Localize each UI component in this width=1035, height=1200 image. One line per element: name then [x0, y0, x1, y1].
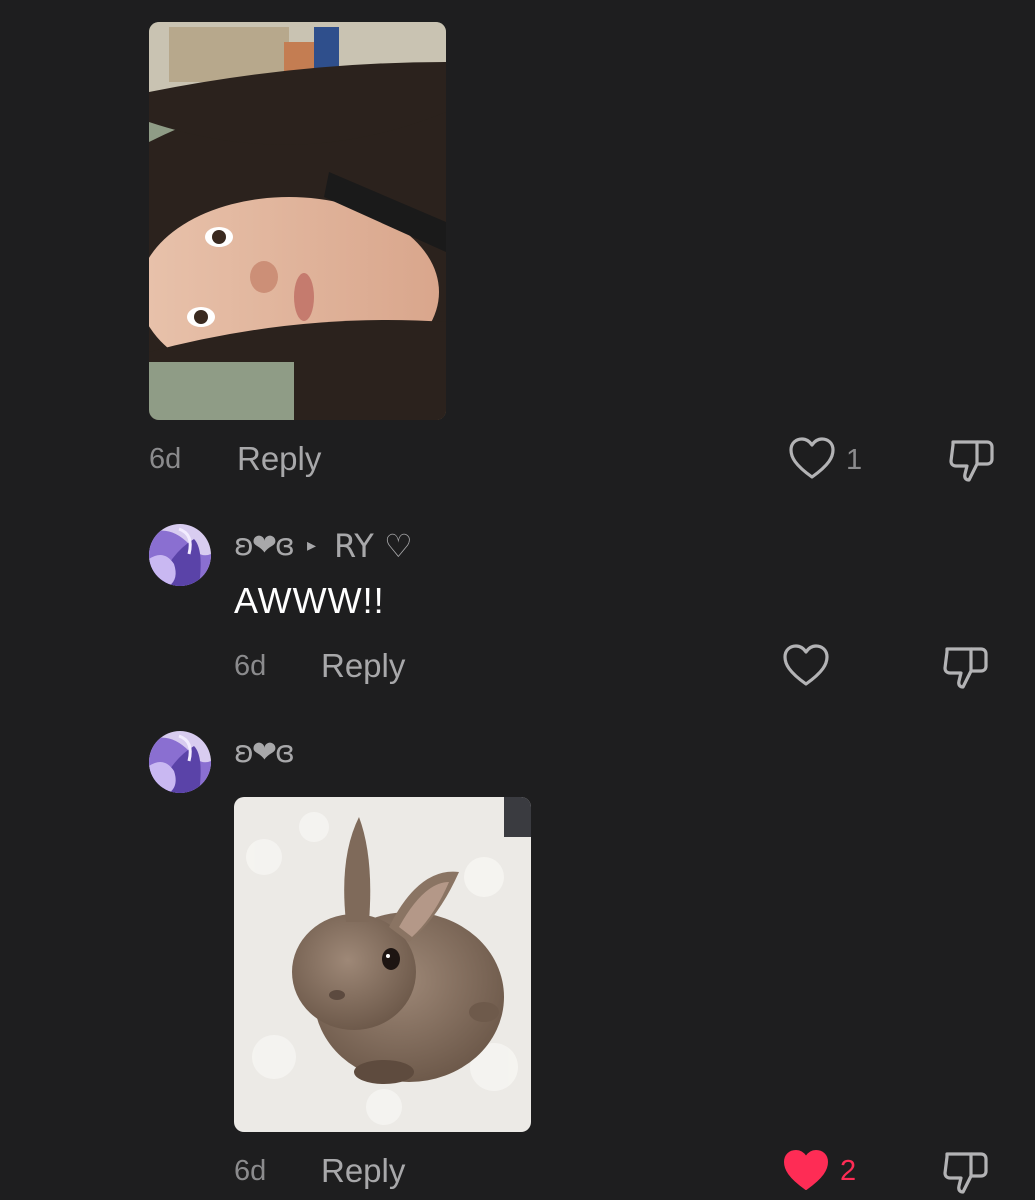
- comment-time: 6d: [234, 650, 267, 682]
- thumbs-down-icon[interactable]: [947, 436, 995, 489]
- avatar[interactable]: [149, 524, 211, 586]
- reply-button[interactable]: Reply: [321, 647, 405, 685]
- avatar[interactable]: [149, 731, 211, 793]
- replied-to-username: RY ♡: [334, 527, 413, 565]
- username[interactable]: ʚ❤ɞ ▸ RY ♡: [234, 526, 413, 566]
- like-count: 1: [846, 444, 863, 476]
- comment-time: 6d: [149, 443, 182, 475]
- like-count: 2: [840, 1155, 857, 1187]
- username-decoration: ʚ❤ɞ: [234, 528, 295, 563]
- comments-thread: 6d Reply 1 ʚ❤ɞ ▸ RY ♡ AWWW!! 6d Reply ʚ❤…: [0, 0, 1035, 1200]
- username[interactable]: ʚ❤ɞ: [234, 733, 295, 773]
- comment-time: 6d: [234, 1155, 267, 1187]
- thumbs-down-icon[interactable]: [941, 1148, 989, 1200]
- heart-filled-icon[interactable]: [783, 1149, 829, 1198]
- comment-text: AWWW!!: [234, 580, 385, 621]
- reply-button[interactable]: Reply: [321, 1152, 405, 1190]
- selfie-photo[interactable]: [149, 22, 446, 420]
- heart-icon[interactable]: [789, 437, 835, 486]
- thumbs-down-icon[interactable]: [941, 643, 989, 696]
- bunny-photo[interactable]: [234, 797, 531, 1132]
- reply-button[interactable]: Reply: [237, 440, 321, 478]
- heart-icon[interactable]: [783, 644, 829, 693]
- reply-arrow-icon: ▸: [306, 535, 317, 556]
- username-decoration: ʚ❤ɞ: [234, 735, 295, 770]
